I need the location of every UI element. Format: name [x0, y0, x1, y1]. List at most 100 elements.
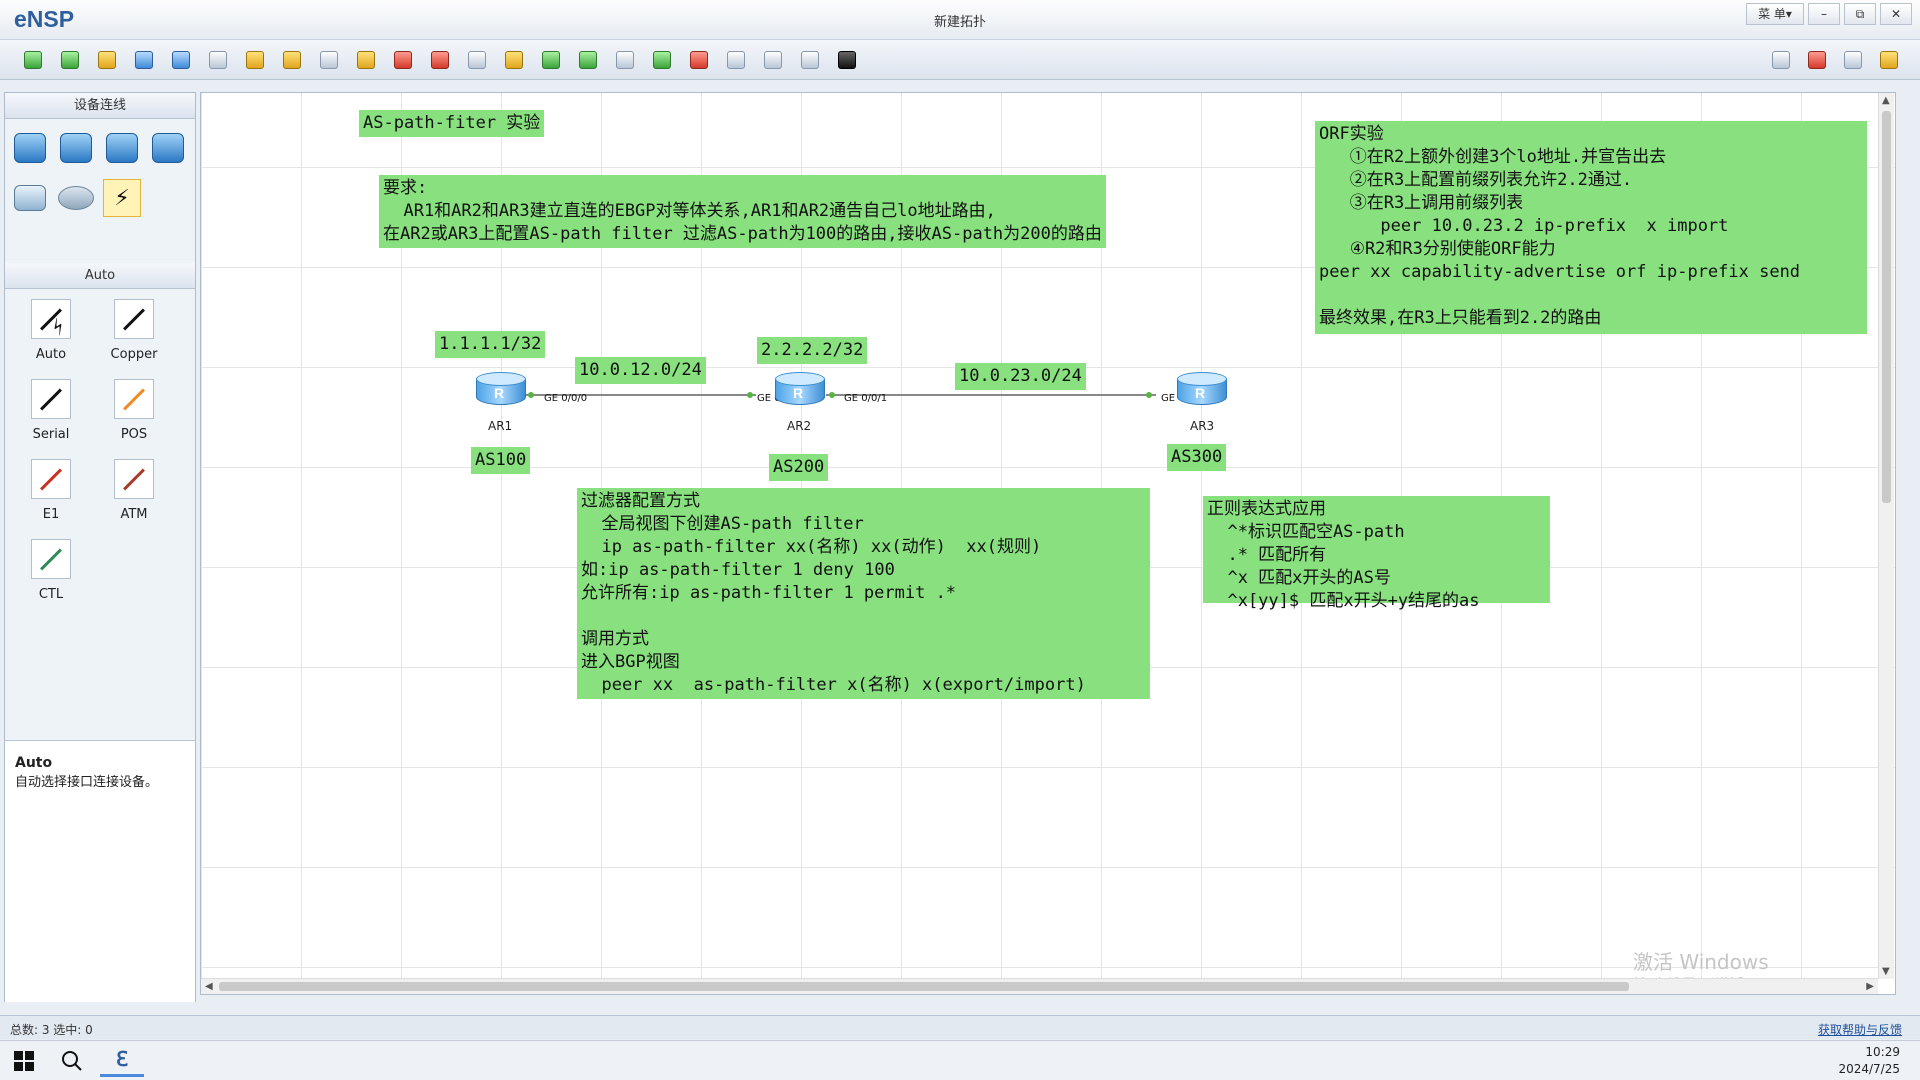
- router-name-ar3: AR3: [1190, 419, 1215, 433]
- cable-auto[interactable]: ⚡ Auto: [11, 299, 91, 362]
- scroll-right-icon[interactable]: ▶: [1866, 981, 1874, 992]
- cloud-icon[interactable]: [57, 179, 95, 217]
- topology-icon[interactable]: [760, 47, 786, 73]
- auto-cable-icon: ⚡: [31, 299, 72, 340]
- description-title: Auto: [15, 755, 53, 771]
- device-category-header: 设备连线: [5, 93, 195, 119]
- cable-label: Copper: [110, 347, 158, 362]
- chat-icon[interactable]: [1768, 47, 1794, 73]
- clock-date: 2024/7/25: [1838, 1062, 1900, 1076]
- pos-cable-icon: [114, 379, 154, 419]
- pc-icon[interactable]: [11, 179, 49, 217]
- cable-atm[interactable]: ATM: [94, 459, 174, 522]
- as200-label[interactable]: AS200: [769, 454, 829, 481]
- window-controls: 菜 单▾ – ⧉ ✕: [1746, 3, 1912, 25]
- description-panel: Auto 自动选择接口连接设备。: [5, 740, 195, 1002]
- scroll-left-icon[interactable]: ◀: [205, 981, 213, 992]
- cable-copper[interactable]: Copper: [94, 299, 174, 362]
- print-icon[interactable]: [205, 47, 231, 73]
- help-icon[interactable]: [1876, 47, 1902, 73]
- search-icon[interactable]: [50, 1045, 94, 1077]
- as100-label[interactable]: AS100: [471, 447, 531, 474]
- ar2-port0-status-icon: [747, 392, 753, 398]
- system-clock[interactable]: 10:29 2024/7/25: [1838, 1044, 1900, 1078]
- zoom-in-icon[interactable]: [538, 47, 564, 73]
- firewall-icon[interactable]: [149, 129, 187, 167]
- new-lab-icon[interactable]: [57, 47, 83, 73]
- router-ar1[interactable]: R: [476, 372, 526, 412]
- cable-label: Auto: [35, 347, 67, 362]
- cable-icon[interactable]: ⚡: [103, 179, 141, 217]
- capture-icon[interactable]: [723, 47, 749, 73]
- minimize-button[interactable]: –: [1808, 3, 1840, 25]
- cable-ctl[interactable]: CTL: [11, 539, 91, 602]
- router-icon[interactable]: [11, 129, 49, 167]
- ar1-port-status-icon: [528, 392, 534, 398]
- clock-time: 10:29: [1865, 1045, 1900, 1059]
- ensp-app-icon[interactable]: ℇ: [100, 1045, 144, 1077]
- vertical-scrollbar[interactable]: ▲ ▼: [1878, 93, 1894, 979]
- horizontal-scroll-thumb[interactable]: [219, 982, 1629, 991]
- cable-serial[interactable]: Serial: [11, 379, 91, 442]
- redo-icon[interactable]: [279, 47, 305, 73]
- stop-icon[interactable]: [686, 47, 712, 73]
- open-icon[interactable]: [94, 47, 120, 73]
- description-text: 自动选择接口连接设备。: [15, 775, 159, 790]
- scroll-down-icon[interactable]: ▼: [1882, 966, 1890, 977]
- status-bar: 总数: 3 选中: 0 获取帮助与反馈: [0, 1015, 1920, 1039]
- delete-link-icon[interactable]: [427, 47, 453, 73]
- horizontal-scrollbar[interactable]: ◀ ▶: [201, 978, 1878, 994]
- undo-icon[interactable]: [242, 47, 268, 73]
- as300-label[interactable]: AS300: [1167, 444, 1227, 471]
- status-count: 总数: 3 选中: 0: [10, 1023, 93, 1037]
- cable-header: Auto: [5, 263, 195, 289]
- ctl-cable-icon: [31, 539, 71, 579]
- router-name-ar1: AR1: [488, 419, 513, 433]
- start-icon[interactable]: [649, 47, 675, 73]
- copper-cable-icon: [114, 299, 154, 339]
- cable-pos[interactable]: POS: [94, 379, 174, 442]
- cable-label: POS: [120, 427, 148, 442]
- cable-label: CTL: [38, 587, 64, 602]
- ar2-iface1-label: GE 0/0/1: [844, 393, 888, 404]
- atm-cable-icon: [114, 459, 154, 499]
- save-as-icon[interactable]: [168, 47, 194, 73]
- save-icon[interactable]: [131, 47, 157, 73]
- wlan-icon[interactable]: [103, 129, 141, 167]
- huawei-icon[interactable]: [1804, 47, 1830, 73]
- new-topology-icon[interactable]: [20, 47, 46, 73]
- help-feedback-link[interactable]: 获取帮助与反馈: [1818, 1021, 1902, 1038]
- grid-icon[interactable]: [797, 47, 823, 73]
- ar1-iface-label: GE 0/0/0: [544, 393, 588, 404]
- menu-button[interactable]: 菜 单▾: [1746, 3, 1804, 25]
- topology-links: [526, 394, 1156, 396]
- ar2-port1-status-icon: [829, 392, 835, 398]
- settings-icon[interactable]: [1840, 47, 1866, 73]
- delete-icon[interactable]: [390, 47, 416, 73]
- title-bar: eNSP 新建拓扑 菜 单▾ – ⧉ ✕: [0, 0, 1920, 40]
- windows-taskbar: ℇ 10:29 2024/7/25: [0, 1040, 1920, 1080]
- device-palette: 设备连线 ⚡ Auto ⚡ Auto Copper Serial POS E1: [4, 92, 196, 1002]
- router-ar3[interactable]: R: [1177, 372, 1227, 412]
- windows-start-icon[interactable]: [2, 1045, 46, 1077]
- vertical-scroll-thumb[interactable]: [1882, 111, 1891, 503]
- zoom-out-icon[interactable]: [575, 47, 601, 73]
- cable-grid: ⚡ Auto Copper Serial POS E1 ATM CTL: [5, 289, 195, 759]
- router-name-ar2: AR2: [787, 419, 812, 433]
- screenshot-icon[interactable]: [834, 47, 860, 73]
- restore-button[interactable]: ⧉: [1844, 3, 1876, 25]
- switch-icon[interactable]: [57, 129, 95, 167]
- text-icon[interactable]: [464, 47, 490, 73]
- rectangle-icon[interactable]: [501, 47, 527, 73]
- serial-cable-icon: [31, 379, 71, 419]
- fit-icon[interactable]: [612, 47, 638, 73]
- cable-label: E1: [42, 507, 60, 522]
- router-ar2[interactable]: R: [775, 372, 825, 412]
- cable-label: ATM: [120, 507, 148, 522]
- scroll-up-icon[interactable]: ▲: [1882, 95, 1890, 106]
- close-button[interactable]: ✕: [1880, 3, 1912, 25]
- pan-icon[interactable]: [353, 47, 379, 73]
- select-icon[interactable]: [316, 47, 342, 73]
- cable-e1[interactable]: E1: [11, 459, 91, 522]
- topology-canvas[interactable]: AS-path-fiter 实验 要求: AR1和AR2和AR3建立直连的EBG…: [200, 92, 1896, 995]
